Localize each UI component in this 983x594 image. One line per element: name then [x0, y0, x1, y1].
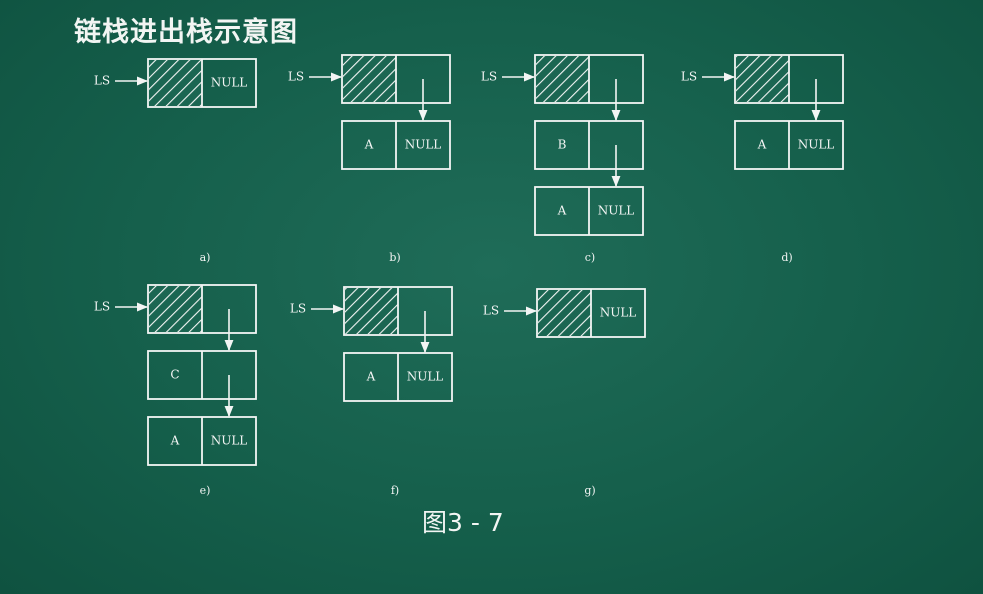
stack-node-next-field: NULL: [798, 138, 835, 152]
head-node-hatched-data: [343, 56, 396, 102]
stack-node-next-field: NULL: [211, 434, 248, 448]
ls-pointer-label: LS: [94, 74, 110, 88]
stack-node-value: A: [366, 370, 376, 384]
ls-pointer-label: LS: [481, 70, 497, 84]
panel-label: b): [389, 251, 400, 264]
stack-node-next-field: NULL: [405, 138, 442, 152]
stack-panel-c: LS B A NULL c): [481, 54, 644, 264]
panel-label: a): [200, 251, 211, 264]
head-node-hatched-data: [538, 290, 591, 336]
head-node-hatched-data: [345, 288, 398, 334]
stack-panel-f: LS A NULL f): [290, 286, 453, 497]
panel-label: f): [391, 484, 399, 497]
stack-node-value: A: [757, 138, 767, 152]
ls-pointer-label: LS: [483, 304, 499, 318]
ls-pointer-label: LS: [681, 70, 697, 84]
head-node-hatched-data: [149, 286, 202, 332]
head-node-next-field: NULL: [211, 76, 248, 90]
ls-pointer-label: LS: [94, 300, 110, 314]
stack-node-value: A: [170, 434, 180, 448]
stack-panel-e: LS C A NULL e): [94, 284, 257, 497]
stack-panel-g: LS NULL g): [483, 288, 646, 497]
stack-node-value: B: [558, 138, 567, 152]
stack-panel-d: LS A NULL d): [681, 54, 844, 264]
head-node-next-field: NULL: [600, 306, 637, 320]
ls-pointer-label: LS: [290, 302, 306, 316]
stack-node-value: A: [364, 138, 374, 152]
panel-label: g): [584, 484, 595, 497]
stack-panel-b: LS A NULL b): [288, 54, 451, 264]
stack-node-value: A: [557, 204, 567, 218]
panel-label: c): [585, 251, 595, 264]
panel-label: d): [781, 251, 792, 264]
panel-label: e): [200, 484, 211, 497]
stack-node-value: C: [170, 368, 179, 382]
head-node-hatched-data: [149, 60, 202, 106]
ls-pointer-label: LS: [288, 70, 304, 84]
stack-node-next-field: NULL: [407, 370, 444, 384]
head-node-hatched-data: [536, 56, 589, 102]
figure-caption: 图3 - 7: [422, 508, 504, 537]
stack-panel-a: LS NULL a): [94, 58, 257, 264]
stack-node-next-field: NULL: [598, 204, 635, 218]
head-node-hatched-data: [736, 56, 789, 102]
